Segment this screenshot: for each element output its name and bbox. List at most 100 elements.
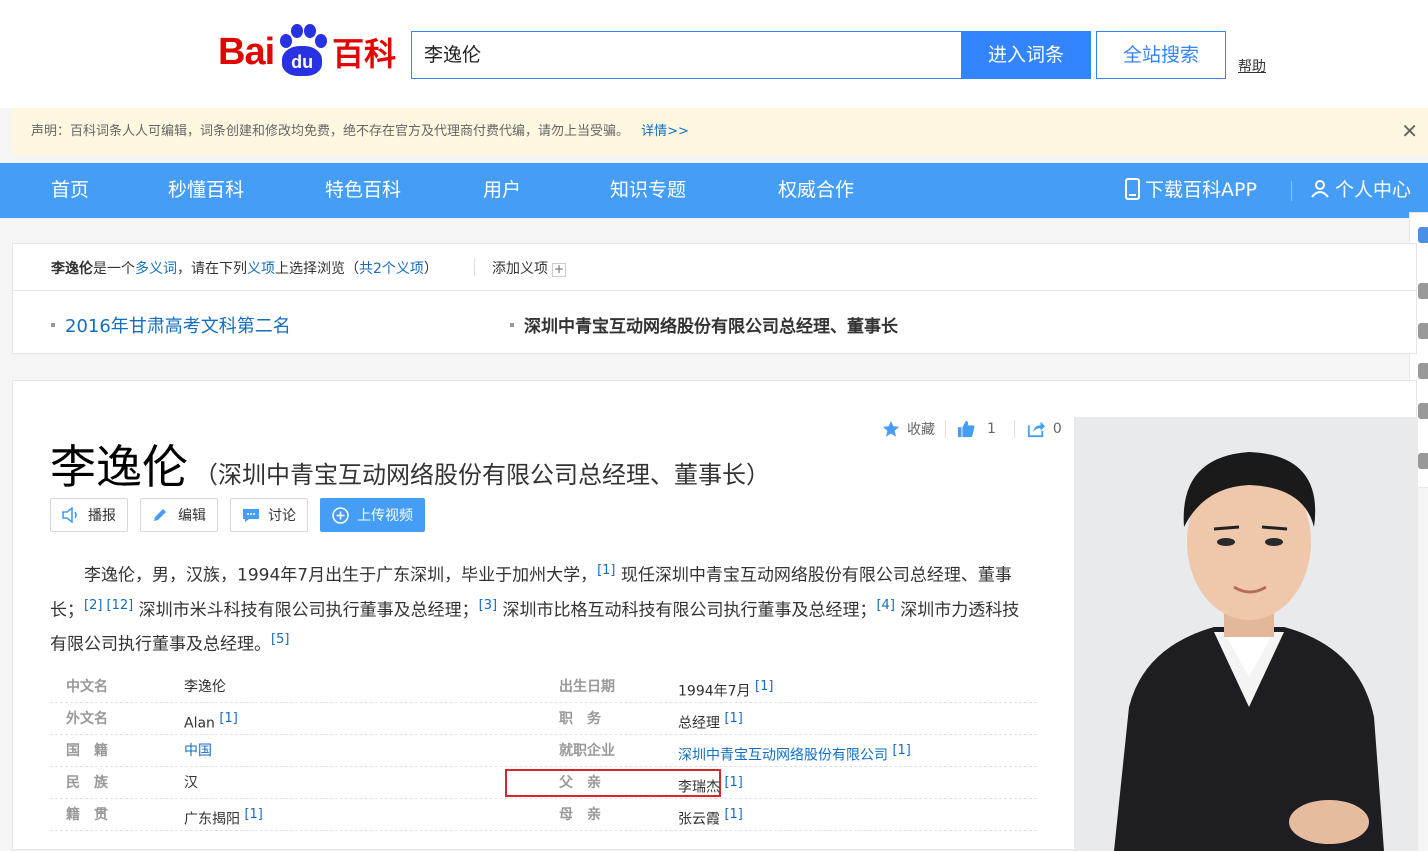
summary-text: 李逸伦，男，汉族，1994年7月出生于广东深圳，毕业于加州大学，: [84, 565, 598, 586]
edit-button[interactable]: 编辑: [140, 498, 218, 532]
collect-label: 收藏: [907, 422, 935, 438]
citation-link[interactable]: [1]: [244, 807, 262, 822]
phone-side-icon[interactable]: [1418, 453, 1428, 469]
citation-link[interactable]: [1]: [892, 743, 910, 758]
info-label: 民 族: [66, 775, 108, 791]
comment-icon[interactable]: [1418, 363, 1428, 379]
disclaimer-notice: 声明：百科词条人人可编辑，词条创建和修改均免费，绝不存在官方及代理商付费代编，请…: [12, 108, 1428, 155]
citation-link[interactable]: [1]: [219, 711, 237, 726]
nav-item-users[interactable]: 用户: [483, 163, 521, 218]
info-value-text: Alan: [184, 715, 215, 732]
share-button[interactable]: 0: [1027, 420, 1062, 438]
notice-text: 声明：百科词条人人可编辑，词条创建和修改均免费，绝不存在官方及代理商付费代编，请…: [31, 124, 630, 139]
polysemy-description: 李逸伦是一个多义词，请在下列义项上选择浏览（共2个义项）: [51, 258, 438, 278]
help-link[interactable]: 帮助: [1238, 56, 1266, 76]
tools-divider: [945, 420, 946, 438]
eye-icon[interactable]: [1418, 323, 1428, 339]
broadcast-button[interactable]: 播报: [50, 498, 128, 532]
edit-label: 编辑: [178, 508, 206, 524]
paw-icon: du: [276, 24, 328, 80]
main-nav: 首页 秒懂百科 特色百科 用户 知识专题 权威合作 下载百科APP 个人中心: [0, 163, 1428, 218]
info-value: 李逸伦: [184, 679, 226, 695]
polysemy-text: ）: [423, 261, 438, 277]
citation-link[interactable]: [2]: [84, 598, 102, 613]
logo-bai: Bai: [218, 30, 275, 73]
personal-center-label: 个人中心: [1335, 179, 1412, 201]
search-input[interactable]: 李逸伦: [411, 31, 961, 79]
discuss-label: 讨论: [268, 508, 296, 524]
polysemy-text: ，请在下列: [177, 261, 247, 277]
meaning-option[interactable]: 2016年甘肃高考文科第二名: [51, 312, 291, 338]
user-icon: [1311, 180, 1329, 198]
info-value-link[interactable]: 中国: [184, 735, 212, 767]
bullet-icon: [510, 323, 514, 327]
polysemy-text: 上选择浏览（: [275, 261, 359, 277]
info-label: 外文名: [66, 711, 108, 727]
entry-title: 李逸伦: [50, 440, 188, 494]
gift-icon[interactable]: [1418, 227, 1428, 243]
polysemous-link[interactable]: 多义词: [135, 261, 177, 277]
like-icon[interactable]: [1418, 403, 1428, 419]
info-label: 中文名: [66, 679, 108, 695]
citation-link[interactable]: [1]: [597, 563, 615, 578]
star-icon: [882, 420, 900, 437]
info-label: 母 亲: [559, 807, 601, 823]
nav-item-cooperation[interactable]: 权威合作: [778, 163, 854, 218]
info-value-link[interactable]: 深圳中青宝互动网络股份有限公司: [678, 748, 888, 764]
phone-icon: [1125, 178, 1140, 200]
upload-video-button[interactable]: 上传视频: [320, 498, 425, 532]
download-app-link[interactable]: 下载百科APP: [1124, 163, 1257, 218]
info-value-text: 1994年7月: [678, 683, 751, 700]
logo-baike: 百科: [332, 35, 397, 73]
info-row: 国 籍 中国 就职企业 深圳中青宝互动网络股份有限公司 [1]: [50, 735, 1037, 767]
person-photo: [1074, 417, 1418, 851]
add-meaning-label: 添加义项: [492, 261, 548, 277]
meaning-item-link[interactable]: 义项: [247, 261, 275, 277]
citation-link[interactable]: [1]: [755, 679, 773, 694]
citation-link[interactable]: [5]: [271, 632, 289, 647]
enter-entry-button[interactable]: 进入词条: [961, 31, 1091, 79]
like-count: 1: [987, 421, 996, 437]
citation-link[interactable]: [12]: [102, 598, 134, 613]
pencil-icon: [154, 509, 166, 521]
discuss-button[interactable]: 讨论: [230, 498, 308, 532]
star-icon[interactable]: [1418, 283, 1428, 299]
info-label: 就职企业: [559, 743, 615, 759]
baidu-baike-logo[interactable]: Bai du 百科: [218, 22, 396, 82]
polysemy-name: 李逸伦: [51, 261, 93, 277]
info-label: 籍 贯: [66, 807, 108, 823]
like-button[interactable]: 1: [957, 420, 996, 438]
meaning-option-label: 2016年甘肃高考文科第二名: [65, 316, 291, 337]
add-meaning-button[interactable]: 添加义项 +: [492, 258, 566, 278]
entry-action-buttons: 播报 编辑 讨论 上传视频: [50, 498, 425, 532]
notice-details-link[interactable]: 详情>>: [641, 124, 689, 139]
citation-link[interactable]: [3]: [479, 598, 497, 613]
collect-button[interactable]: 收藏: [882, 419, 935, 439]
upload-video-label: 上传视频: [357, 508, 413, 524]
row-divider: [50, 830, 1037, 831]
close-icon[interactable]: ✕: [1401, 108, 1418, 155]
nav-item-featured[interactable]: 特色百科: [325, 163, 401, 218]
citation-link[interactable]: [4]: [876, 598, 894, 613]
page-title: 李逸伦 （深圳中青宝互动网络股份有限公司总经理、董事长）: [50, 431, 770, 497]
nav-item-topics[interactable]: 知识专题: [610, 163, 686, 218]
info-value-text: 广东揭阳: [184, 811, 240, 828]
nav-item-miaodong[interactable]: 秒懂百科: [168, 163, 244, 218]
info-label: 出生日期: [559, 679, 615, 695]
meaning-count-link[interactable]: 共2个义项: [359, 261, 424, 277]
logo-du: du: [282, 46, 323, 76]
citation-link[interactable]: [1]: [724, 775, 742, 790]
meaning-option-current: 深圳中青宝互动网络股份有限公司总经理、董事长: [510, 312, 898, 337]
bullet-icon: [51, 323, 55, 327]
personal-center-link[interactable]: 个人中心: [1311, 163, 1411, 218]
meaning-option-label: 深圳中青宝互动网络股份有限公司总经理、董事长: [524, 317, 898, 337]
info-value-text: 张云霞: [678, 811, 720, 828]
site-search-button[interactable]: 全站搜索: [1096, 31, 1226, 79]
citation-link[interactable]: [1]: [724, 711, 742, 726]
citation-link[interactable]: [1]: [724, 807, 742, 822]
polysemy-divider: [474, 258, 475, 276]
nav-divider: [1291, 181, 1292, 201]
entry-photo[interactable]: [1074, 417, 1418, 851]
nav-item-home[interactable]: 首页: [51, 163, 89, 218]
info-row: 籍 贯 广东揭阳 [1] 母 亲 张云霞 [1]: [50, 799, 1037, 831]
